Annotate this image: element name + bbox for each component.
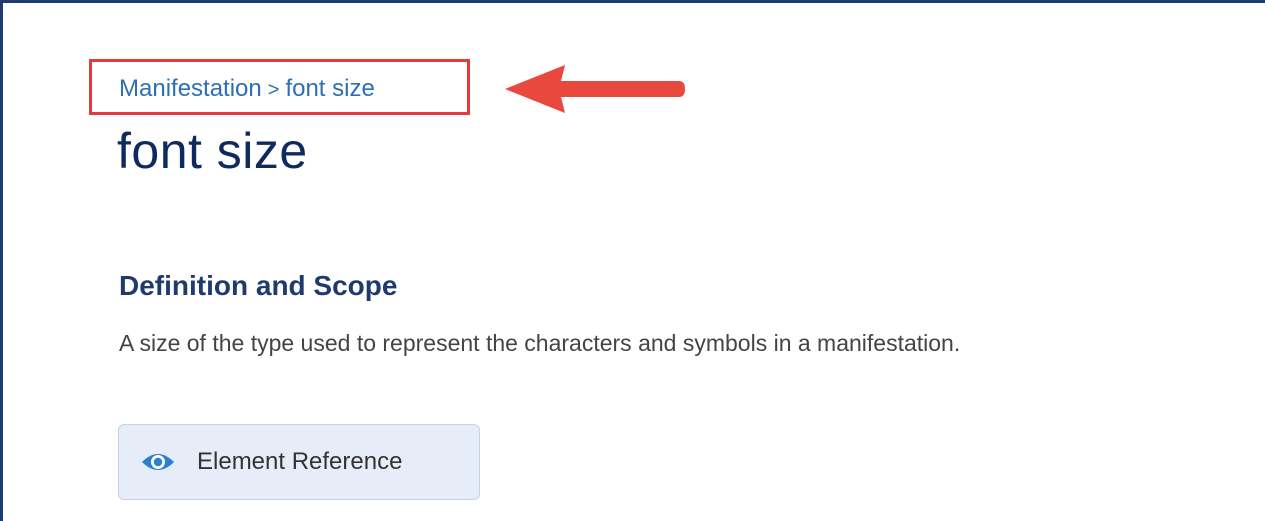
definition-text: A size of the type used to represent the… <box>119 330 961 356</box>
element-reference-button[interactable]: Element Reference <box>118 424 480 500</box>
page-title: font size <box>117 123 308 179</box>
breadcrumb-separator: > <box>267 79 280 101</box>
breadcrumb: Manifestation > font size <box>119 71 375 107</box>
breadcrumb-link-manifestation[interactable]: Manifestation <box>119 75 262 102</box>
breadcrumb-link-current[interactable]: font size <box>285 75 374 102</box>
left-arrow-icon <box>505 65 685 113</box>
page-frame: Manifestation > font size font size Defini… <box>0 0 1265 521</box>
definition-heading: Definition and Scope <box>119 270 398 301</box>
eye-icon <box>142 454 174 470</box>
element-reference-label: Element Reference <box>197 448 403 475</box>
